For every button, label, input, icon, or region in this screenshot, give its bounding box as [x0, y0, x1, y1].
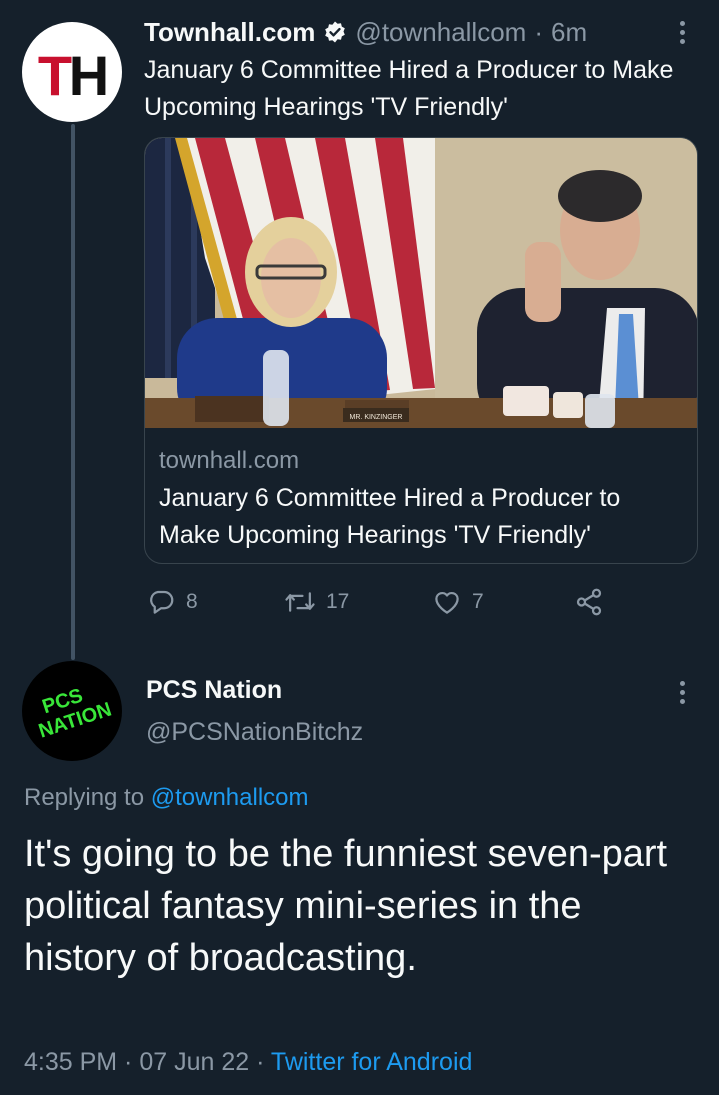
verified-badge-icon — [323, 20, 347, 44]
share-button[interactable] — [574, 582, 604, 622]
display-name[interactable]: Townhall.com — [144, 17, 315, 48]
separator-dot: · — [534, 16, 543, 47]
tweet-meta: 4:35 PM · 07 Jun 22 · Twitter for Androi… — [24, 1048, 472, 1077]
handle[interactable]: @townhallcom — [355, 17, 526, 48]
meta-separator: · — [117, 1048, 140, 1076]
replying-to: Replying to @townhallcom — [24, 784, 309, 812]
share-icon — [574, 587, 604, 617]
more-options-icon[interactable] — [672, 14, 692, 50]
heart-icon — [432, 587, 462, 617]
card-domain: townhall.com — [159, 447, 300, 474]
replying-prefix: Replying to — [24, 784, 151, 811]
tweet-source-link[interactable]: Twitter for Android — [271, 1048, 472, 1076]
timestamp[interactable]: 6m — [551, 17, 587, 48]
card-body: townhall.com January 6 Committee Hired a… — [159, 444, 683, 554]
link-card[interactable]: MR. KINZINGER townhall.com January 6 Com… — [144, 137, 698, 564]
meta-separator: · — [249, 1048, 271, 1076]
tweet-date[interactable]: 07 Jun 22 — [139, 1048, 249, 1076]
townhall-avatar[interactable]: T H — [22, 22, 122, 122]
replying-mention-link[interactable]: @townhallcom — [151, 784, 309, 811]
tweet1-header: Townhall.com @townhallcom · 6m — [144, 14, 587, 50]
like-button[interactable]: 7 — [432, 582, 484, 622]
name-placard: MR. KINZINGER — [350, 414, 403, 421]
card-title: January 6 Committee Hired a Producer to … — [159, 484, 621, 549]
reply-button[interactable]: 8 — [146, 582, 198, 622]
thread-line — [71, 124, 75, 660]
pcs-handle[interactable]: @PCSNationBitchz — [146, 718, 363, 747]
reply-count: 8 — [186, 590, 198, 613]
avatar-letter-h: H — [69, 44, 109, 107]
tweet1-actions: 8 17 7 — [144, 582, 624, 622]
card-image: MR. KINZINGER — [145, 138, 697, 428]
retweet-icon — [284, 587, 316, 617]
pcs-nation-avatar[interactable]: PCS NATION — [22, 661, 122, 761]
retweet-count: 17 — [326, 590, 350, 613]
like-count: 7 — [472, 590, 484, 613]
tweet1-text: January 6 Committee Hired a Producer to … — [144, 56, 674, 121]
tweet-time[interactable]: 4:35 PM — [24, 1048, 117, 1076]
retweet-button[interactable]: 17 — [284, 582, 349, 622]
pcs-display-name[interactable]: PCS Nation — [146, 676, 282, 705]
tweet2-text: It's going to be the funniest seven-part… — [24, 833, 668, 979]
more-options-icon[interactable] — [672, 674, 692, 710]
avatar-letter-t: T — [38, 44, 72, 107]
reply-bubble-icon — [146, 587, 176, 617]
